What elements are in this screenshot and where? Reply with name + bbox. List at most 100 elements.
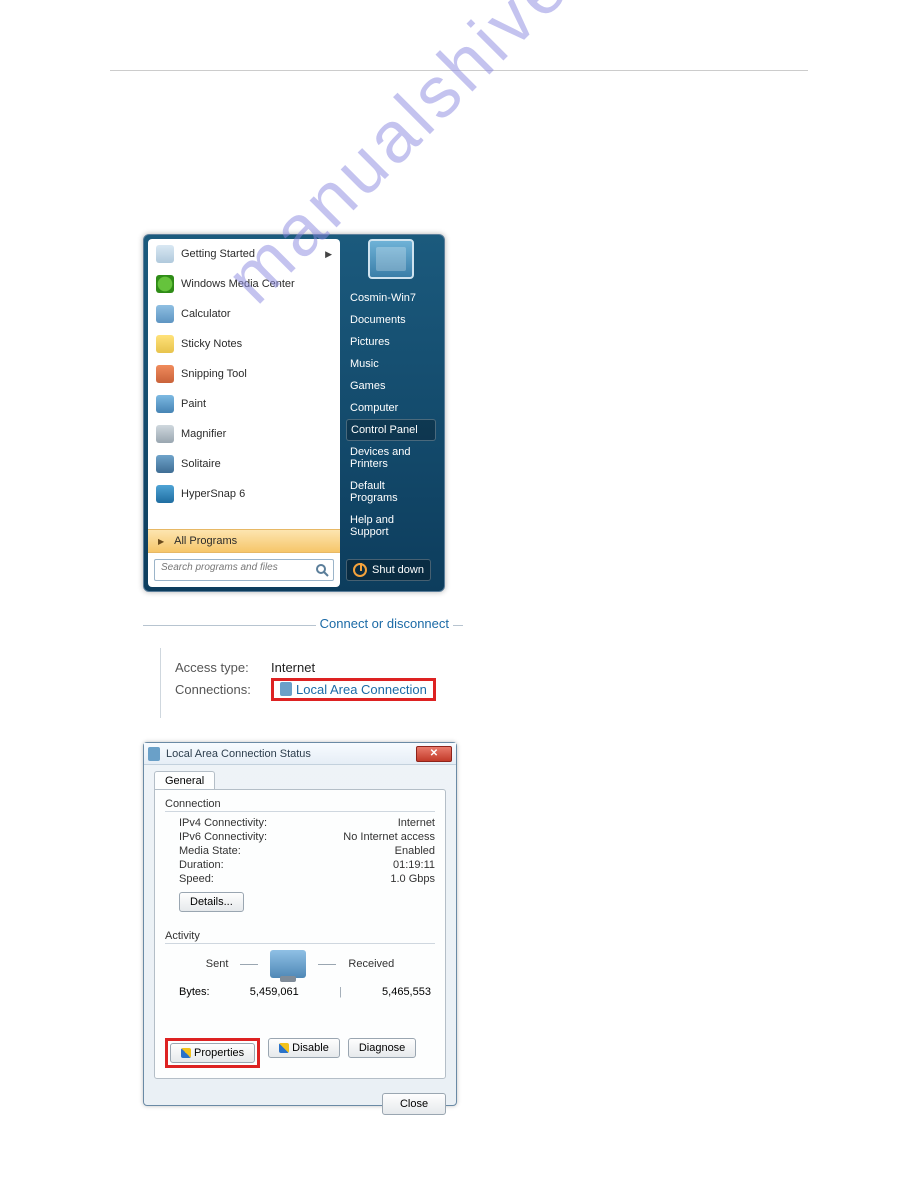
close-button[interactable]: Close — [382, 1093, 446, 1115]
dialog-footer: Close — [144, 1087, 456, 1121]
user-avatar-icon[interactable] — [368, 239, 414, 279]
shield-icon — [181, 1048, 191, 1058]
right-item-help-support[interactable]: Help and Support — [342, 509, 440, 543]
start-item-label: Snipping Tool — [181, 368, 247, 380]
bytes-sent-value: 5,459,061 — [250, 986, 299, 998]
getting-started-icon — [156, 245, 174, 263]
diagnose-button[interactable]: Diagnose — [348, 1038, 416, 1058]
right-item-label: Cosmin-Win7 — [350, 292, 416, 304]
start-item-getting-started[interactable]: Getting Started ▶ — [148, 239, 340, 269]
start-item-label: Sticky Notes — [181, 338, 242, 350]
connections-row: Connections: Local Area Connection — [175, 678, 436, 700]
right-item-label: Games — [350, 380, 385, 392]
kv-label: Speed: — [179, 873, 214, 885]
right-item-control-panel[interactable]: Control Panel — [346, 419, 436, 441]
right-item-documents[interactable]: Documents — [342, 309, 440, 331]
media-state-row: Media State:Enabled — [165, 844, 435, 858]
start-item-label: HyperSnap 6 — [181, 488, 245, 500]
hypersnap-icon — [156, 485, 174, 503]
activity-group-title: Activity — [165, 930, 435, 944]
bytes-row: Bytes: 5,459,061 | 5,465,553 — [165, 978, 435, 998]
start-item-magnifier[interactable]: Magnifier — [148, 419, 340, 449]
shutdown-label: Shut down — [372, 564, 424, 576]
start-item-sticky-notes[interactable]: Sticky Notes — [148, 329, 340, 359]
start-menu: Getting Started ▶ Windows Media Center C… — [143, 234, 445, 592]
connection-link-highlight: Local Area Connection — [271, 678, 436, 701]
right-item-devices-printers[interactable]: Devices and Printers — [342, 441, 440, 475]
button-label: Details... — [190, 896, 233, 908]
access-type-label: Access type: — [175, 660, 265, 675]
right-item-label: Help and Support — [350, 514, 394, 538]
ipv4-row: IPv4 Connectivity:Internet — [165, 816, 435, 830]
properties-button[interactable]: Properties — [170, 1043, 255, 1063]
properties-highlight: Properties — [165, 1038, 260, 1068]
tab-label: General — [165, 775, 204, 787]
disable-button[interactable]: Disable — [268, 1038, 340, 1058]
connection-group-title: Connection — [165, 798, 435, 812]
activity-visual-row: Sent Received — [165, 950, 435, 978]
start-item-label: Calculator — [181, 308, 231, 320]
calculator-icon — [156, 305, 174, 323]
shutdown-button[interactable]: Shut down — [346, 559, 431, 581]
network-section-heading: Connect or disconnect — [143, 625, 463, 641]
right-item-user[interactable]: Cosmin-Win7 — [342, 287, 440, 309]
right-item-label: Control Panel — [351, 424, 418, 436]
activity-dash — [240, 964, 258, 965]
network-info-block: Access type: Internet Connections: Local… — [160, 648, 436, 718]
start-item-label: Magnifier — [181, 428, 226, 440]
access-type-value: Internet — [271, 660, 315, 675]
right-item-music[interactable]: Music — [342, 353, 440, 375]
kv-value: Internet — [398, 817, 435, 829]
search-wrap: Search programs and files — [148, 553, 340, 587]
right-item-label: Computer — [350, 402, 398, 414]
start-item-solitaire[interactable]: Solitaire — [148, 449, 340, 479]
start-item-paint[interactable]: Paint — [148, 389, 340, 419]
button-label: Properties — [194, 1047, 244, 1059]
power-icon — [353, 563, 367, 577]
start-menu-program-list: Getting Started ▶ Windows Media Center C… — [148, 239, 340, 529]
all-programs-button[interactable]: ▶ All Programs — [148, 529, 340, 553]
kv-value: 01:19:11 — [393, 859, 435, 871]
start-item-label: Solitaire — [181, 458, 221, 470]
right-item-pictures[interactable]: Pictures — [342, 331, 440, 353]
all-programs-label: All Programs — [174, 535, 237, 547]
right-item-label: Music — [350, 358, 379, 370]
titlebar-close-button[interactable]: ✕ — [416, 746, 452, 762]
dialog-title-text: Local Area Connection Status — [166, 748, 311, 760]
start-item-calculator[interactable]: Calculator — [148, 299, 340, 329]
paint-icon — [156, 395, 174, 413]
search-icon — [314, 562, 330, 578]
button-label: Close — [400, 1098, 428, 1110]
right-item-label: Devices and Printers — [350, 446, 411, 470]
shield-icon — [279, 1043, 289, 1053]
activity-dash — [318, 964, 336, 965]
kv-label: Duration: — [179, 859, 224, 871]
connections-label: Connections: — [175, 682, 265, 697]
right-item-default-programs[interactable]: Default Programs — [342, 475, 440, 509]
start-menu-left-pane: Getting Started ▶ Windows Media Center C… — [148, 239, 340, 587]
titlebar-network-icon — [148, 747, 160, 761]
start-menu-right-pane: Cosmin-Win7 Documents Pictures Music Gam… — [342, 239, 440, 587]
local-area-connection-link[interactable]: Local Area Connection — [296, 682, 427, 697]
start-item-snipping-tool[interactable]: Snipping Tool — [148, 359, 340, 389]
kv-label: Media State: — [179, 845, 241, 857]
search-placeholder: Search programs and files — [161, 562, 278, 573]
start-item-hypersnap[interactable]: HyperSnap 6 — [148, 479, 340, 509]
start-item-wmc[interactable]: Windows Media Center — [148, 269, 340, 299]
dialog-titlebar[interactable]: Local Area Connection Status ✕ — [144, 743, 456, 765]
activity-computer-icon — [270, 950, 306, 978]
access-type-row: Access type: Internet — [175, 656, 436, 678]
start-item-label: Getting Started — [181, 248, 255, 260]
general-panel: Connection IPv4 Connectivity:Internet IP… — [154, 789, 446, 1079]
wmc-icon — [156, 275, 174, 293]
right-item-games[interactable]: Games — [342, 375, 440, 397]
details-button[interactable]: Details... — [179, 892, 244, 912]
right-item-computer[interactable]: Computer — [342, 397, 440, 419]
solitaire-icon — [156, 455, 174, 473]
tab-general[interactable]: General — [154, 771, 215, 790]
dialog-body: General Connection IPv4 Connectivity:Int… — [144, 765, 456, 1087]
search-input[interactable]: Search programs and files — [154, 559, 334, 581]
all-programs-arrow-icon: ▶ — [158, 537, 164, 546]
network-heading-text: Connect or disconnect — [316, 616, 453, 631]
bytes-label: Bytes: — [179, 986, 210, 998]
